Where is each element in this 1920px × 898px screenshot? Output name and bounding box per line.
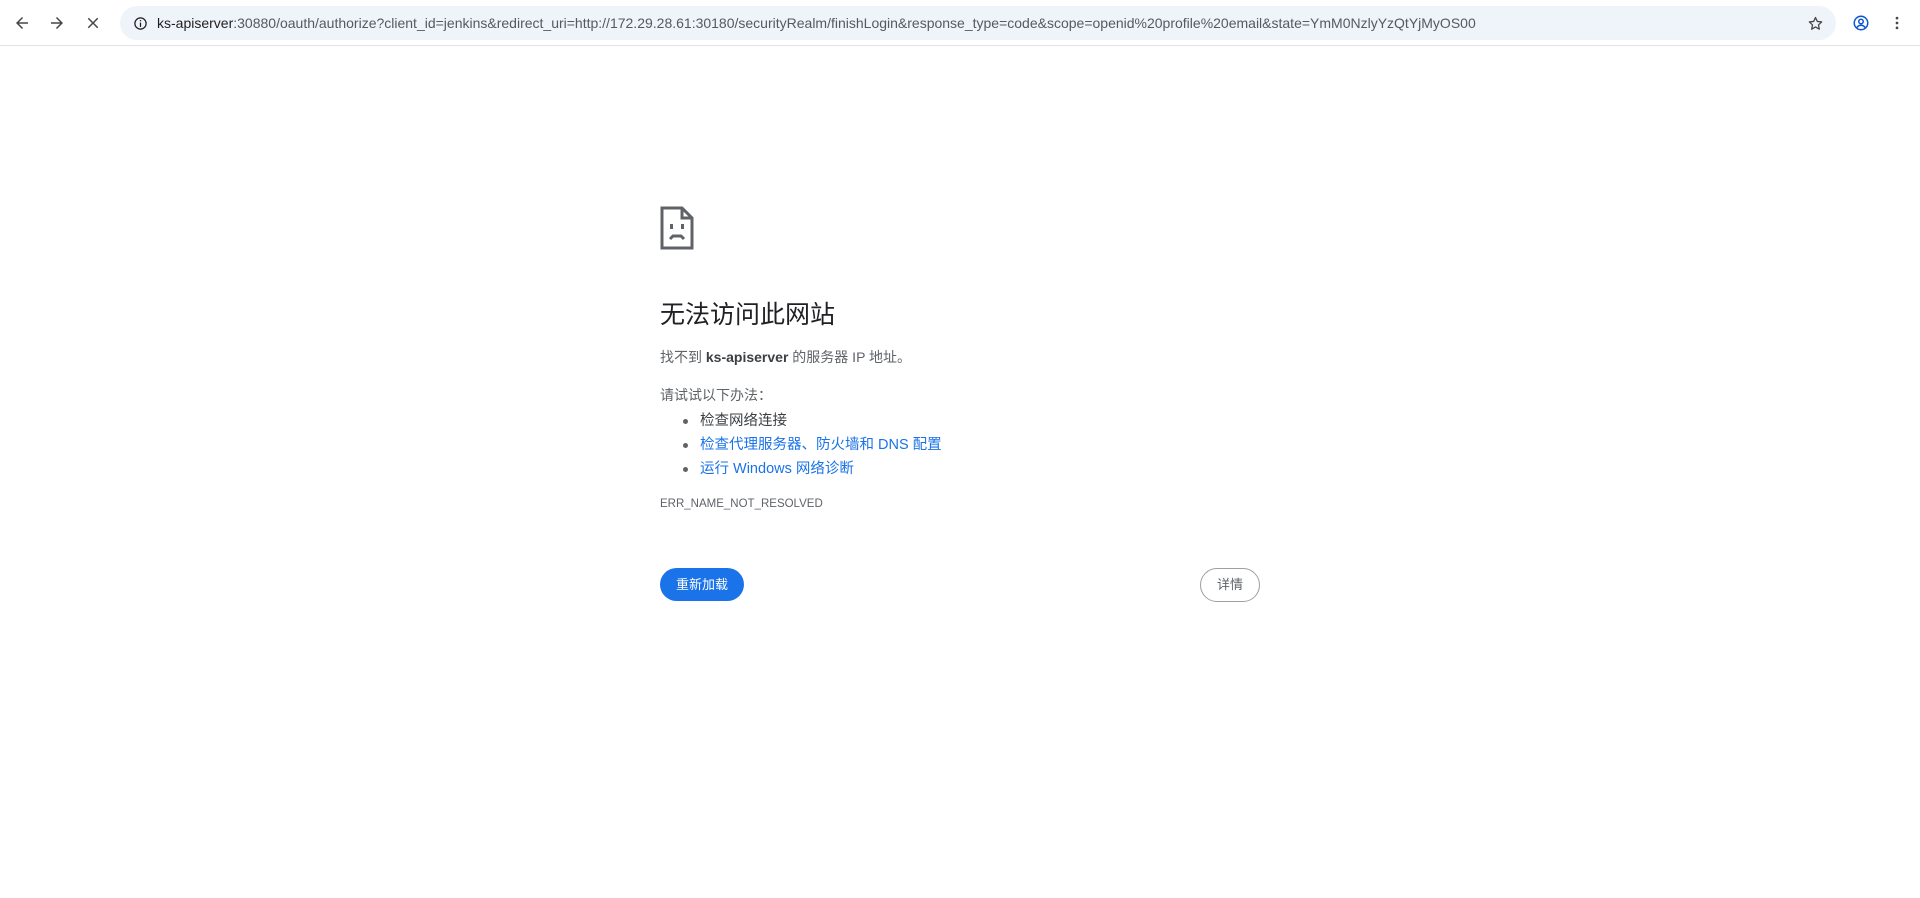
more-vertical-icon — [1895, 16, 1899, 30]
desc-prefix: 找不到 — [660, 349, 706, 365]
desc-host: ks-apiserver — [705, 349, 789, 365]
list-item: 运行 Windows 网络诊断 — [660, 457, 942, 481]
desc-suffix: 的服务器 IP 地址。 — [788, 349, 912, 365]
arrow-left-icon — [16, 17, 28, 29]
info-icon — [133, 16, 147, 30]
browser-menu-button[interactable] — [1881, 7, 1913, 39]
url-host: ks-apiserver — [157, 15, 234, 31]
suggestion-check-connection: 检查网络连接 — [700, 413, 787, 429]
error-code: ERR_NAME_NOT_RESOLVED — [660, 498, 823, 510]
profile-button[interactable] — [1845, 7, 1877, 39]
sad-page-icon — [660, 206, 694, 250]
suggestion-check-proxy-link[interactable]: 检查代理服务器、防火墙和 DNS 配置 — [700, 437, 942, 453]
url-path: :30880/oauth/authorize?client_id=jenkins… — [233, 15, 1476, 31]
suggestions-list: 检查网络连接 检查代理服务器、防火墙和 DNS 配置 运行 Windows 网络… — [660, 409, 942, 481]
close-icon — [87, 17, 99, 29]
bullet — [683, 419, 688, 424]
account-circle-icon — [1853, 15, 1869, 31]
list-item: 检查代理服务器、防火墙和 DNS 配置 — [660, 433, 942, 457]
back-button[interactable] — [6, 7, 38, 39]
error-title: 无法访问此网站 — [660, 301, 836, 329]
address-bar[interactable]: ks-apiserver:30880/oauth/authorize?clien… — [120, 6, 1836, 40]
suggestion-run-diagnostics-link[interactable]: 运行 Windows 网络诊断 — [700, 461, 854, 477]
details-button[interactable]: 详情 — [1200, 568, 1260, 602]
suggestions-heading: 请试试以下办法： — [660, 387, 772, 403]
browser-toolbar: ks-apiserver:30880/oauth/authorize?clien… — [0, 0, 1920, 46]
bullet — [683, 467, 688, 472]
error-description: 找不到 ks-apiserver 的服务器 IP 地址。 — [660, 347, 911, 367]
bookmark-button[interactable] — [1804, 12, 1826, 34]
forward-button[interactable] — [41, 7, 73, 39]
site-info-button[interactable] — [130, 13, 150, 33]
bullet — [683, 443, 688, 448]
reload-button[interactable]: 重新加载 — [660, 568, 744, 601]
star-icon — [1808, 16, 1822, 30]
stop-loading-button[interactable] — [77, 7, 109, 39]
arrow-right-icon — [51, 17, 63, 29]
url-text[interactable]: ks-apiserver:30880/oauth/authorize?clien… — [157, 6, 1476, 40]
list-item: 检查网络连接 — [660, 409, 942, 433]
